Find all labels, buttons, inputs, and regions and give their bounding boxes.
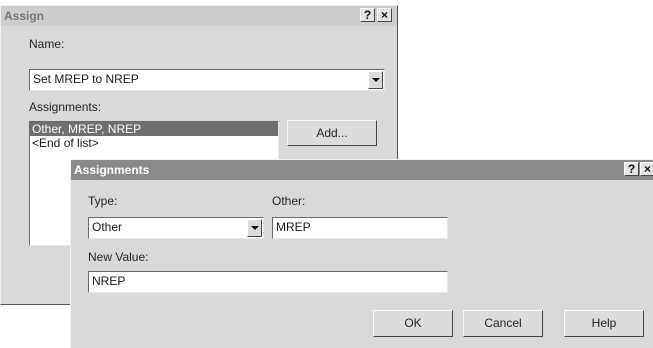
assignments-title: Assignments (74, 163, 150, 177)
type-label: Type: (88, 194, 118, 208)
chevron-down-icon (371, 78, 380, 82)
chevron-down-icon (250, 226, 259, 230)
assignments-close-button[interactable]: × (640, 162, 653, 176)
assign-help-title-button[interactable]: ? (360, 8, 375, 22)
help-button[interactable]: Help (564, 310, 644, 337)
new-value-input[interactable]: NREP (88, 271, 448, 293)
screen: Assign ? × Name: Set MREP to NREP Assign… (0, 0, 653, 348)
name-dropdown[interactable]: Set MREP to NREP (29, 69, 385, 91)
type-dropdown-value: Other (92, 220, 123, 234)
list-item-selected[interactable]: Other, MREP, NREP (30, 122, 278, 136)
ok-button[interactable]: OK (373, 310, 453, 337)
name-dropdown-button[interactable] (368, 71, 383, 89)
assignments-titlebar[interactable]: Assignments ? × (71, 160, 653, 180)
assignments-label: Assignments: (29, 100, 102, 114)
assignments-help-title-button[interactable]: ? (624, 162, 639, 176)
name-label: Name: (29, 37, 65, 51)
list-item-end[interactable]: <End of list> (30, 136, 278, 150)
new-value-label: New Value: (88, 250, 149, 264)
name-dropdown-value: Set MREP to NREP (33, 72, 139, 86)
assignments-dialog: Assignments ? × Type: Other Other: MREP … (70, 159, 653, 348)
cancel-button[interactable]: Cancel (463, 310, 543, 337)
assign-title: Assign (4, 9, 45, 23)
assign-titlebar[interactable]: Assign ? × (1, 6, 397, 26)
assign-close-button[interactable]: × (377, 8, 392, 22)
type-dropdown-button[interactable] (247, 219, 262, 237)
other-input[interactable]: MREP (272, 217, 448, 239)
type-dropdown[interactable]: Other (88, 217, 264, 239)
add-button[interactable]: Add... (287, 120, 377, 146)
other-label: Other: (272, 194, 306, 208)
